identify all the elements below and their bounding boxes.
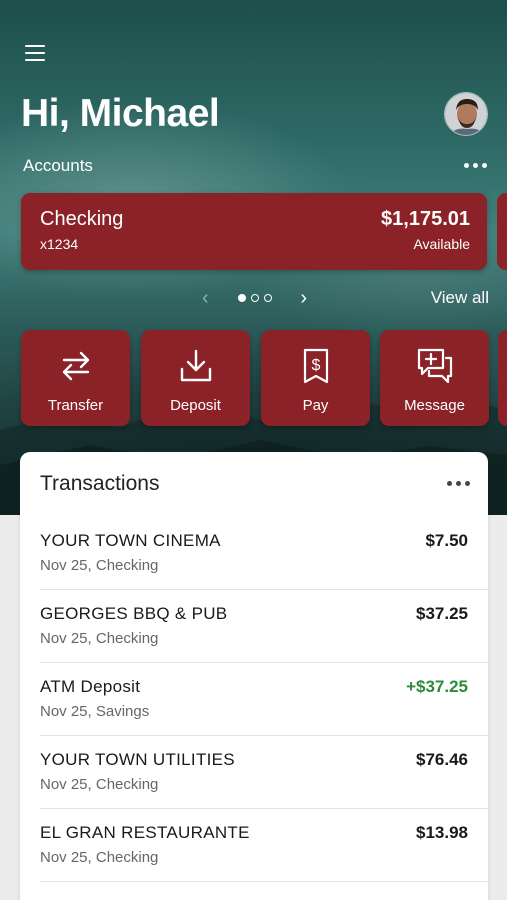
transaction-row[interactable]: EL GRAN RESTAURANTE Nov 25, Checking $13…	[20, 823, 488, 896]
greeting-title: Hi, Michael	[21, 92, 220, 135]
account-card-checking[interactable]: Checking x1234 $1,175.01 Available	[21, 193, 487, 270]
account-balance: $1,175.01	[381, 208, 470, 230]
view-all-link[interactable]: View all	[431, 288, 489, 308]
avatar[interactable]	[444, 92, 488, 136]
transaction-detail: Nov 25, Checking	[40, 849, 159, 866]
transaction-row[interactable]: YOUR TOWN CINEMA Nov 25, Checking $7.50	[20, 531, 488, 604]
transaction-name: EL GRAN RESTAURANTE	[40, 823, 250, 842]
chevron-left-icon[interactable]: ‹	[202, 288, 209, 308]
transaction-name: GEORGES BBQ & PUB	[40, 604, 228, 623]
transaction-row[interactable]: YOUR TOWN UTILITIES Nov 25, Checking $76…	[20, 750, 488, 823]
transaction-name: YOUR TOWN CINEMA	[40, 531, 221, 550]
transaction-detail: Nov 25, Checking	[40, 630, 159, 647]
transaction-amount: $7.50	[425, 531, 468, 550]
transaction-amount: $76.46	[416, 750, 468, 769]
svg-text:$: $	[311, 357, 320, 374]
message-label: Message	[404, 397, 465, 414]
account-balance-label: Available	[413, 236, 470, 252]
pager-dot[interactable]	[250, 294, 259, 302]
transactions-card: Transactions YOUR TOWN CINEMA Nov 25, Ch…	[20, 452, 488, 900]
pay-icon: $	[303, 348, 328, 384]
accounts-label: Accounts	[23, 156, 93, 175]
accounts-more-icon[interactable]	[464, 158, 488, 172]
pay-label: Pay	[302, 397, 329, 414]
deposit-icon	[180, 349, 211, 382]
deposit-label: Deposit	[170, 397, 221, 414]
transaction-detail: Nov 25, Checking	[40, 557, 159, 574]
account-number: x1234	[40, 236, 79, 252]
transaction-name: ATM Deposit	[40, 677, 141, 696]
row-divider	[40, 881, 488, 882]
row-divider	[40, 735, 488, 736]
transaction-amount: +$37.25	[406, 677, 468, 696]
row-divider	[40, 662, 488, 663]
transaction-detail: Nov 25, Checking	[40, 776, 159, 793]
transaction-name: YOUR TOWN UTILITIES	[40, 750, 235, 769]
account-name: Checking	[40, 208, 124, 230]
menu-icon[interactable]	[25, 45, 45, 63]
transaction-detail: Nov 25, Savings	[40, 703, 150, 720]
transaction-row[interactable]: GEORGES BBQ & PUB Nov 25, Checking $37.2…	[20, 604, 488, 677]
account-pager: ‹ ›	[202, 287, 307, 309]
pager-dot[interactable]	[263, 294, 272, 302]
more-actions-peek[interactable]	[498, 330, 507, 426]
row-divider	[40, 808, 488, 809]
pager-dot[interactable]	[237, 294, 246, 302]
transaction-amount: $13.98	[416, 823, 468, 842]
message-button[interactable]: Message	[380, 330, 489, 426]
pay-button[interactable]: $ Pay	[261, 330, 370, 426]
account-card-next[interactable]	[497, 193, 507, 270]
transaction-amount: $37.25	[416, 604, 468, 623]
transaction-row[interactable]: ATM Deposit Nov 25, Savings +$37.25	[20, 677, 488, 750]
transactions-title: Transactions	[40, 472, 160, 495]
transfer-label: Transfer	[47, 397, 104, 414]
transfer-icon	[62, 351, 89, 381]
transactions-more-icon[interactable]	[447, 481, 470, 486]
row-divider	[40, 589, 488, 590]
message-icon	[417, 348, 452, 384]
transfer-button[interactable]: Transfer	[21, 330, 130, 426]
chevron-right-icon[interactable]: ›	[300, 288, 307, 308]
deposit-button[interactable]: Deposit	[141, 330, 250, 426]
pager-dots	[237, 294, 272, 302]
